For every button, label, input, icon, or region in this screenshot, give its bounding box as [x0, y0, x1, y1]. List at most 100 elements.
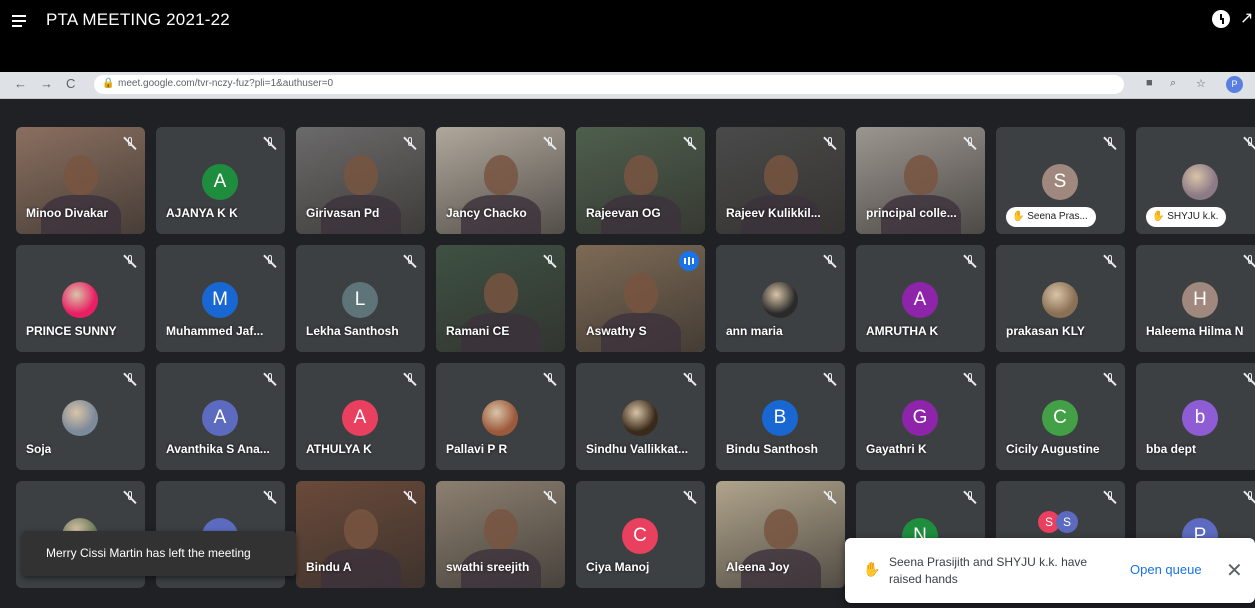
participant-name: Bindu A: [306, 560, 352, 574]
participant-tile[interactable]: Minoo Divakar: [16, 127, 145, 234]
participant-tile[interactable]: Rajeev Kulikkil...: [716, 127, 845, 234]
mic-muted-icon: [683, 137, 697, 151]
participant-tile[interactable]: Aswathy S: [576, 245, 705, 352]
participant-photo: [622, 400, 658, 436]
participant-tile[interactable]: ✋ SHYJU k.k.: [1136, 127, 1255, 234]
open-queue-button[interactable]: Open queue: [1130, 562, 1202, 577]
lock-icon: 🔒: [102, 78, 115, 89]
mic-muted-icon: [683, 373, 697, 387]
participant-name: Rajeev Kulikkil...: [726, 206, 821, 220]
participant-silhouette: [903, 155, 938, 195]
mic-muted-icon: [403, 373, 417, 387]
mic-muted-icon: [263, 373, 277, 387]
mic-muted-icon: [823, 373, 837, 387]
close-icon[interactable]: ✕: [1226, 558, 1243, 583]
speaking-indicator-icon: [679, 251, 699, 271]
participant-tile[interactable]: C Ciya Manoj: [576, 481, 705, 588]
mic-muted-icon: [403, 491, 417, 505]
participant-tile[interactable]: L Lekha Santhosh: [296, 245, 425, 352]
mic-muted-icon: [963, 137, 977, 151]
participant-tile[interactable]: Ramani CE: [436, 245, 565, 352]
participant-name: Bindu Santhosh: [726, 442, 818, 456]
participant-tile[interactable]: principal colle...: [856, 127, 985, 234]
participant-avatar: C: [622, 518, 658, 554]
participant-tile[interactable]: C Cicily Augustine: [996, 363, 1125, 470]
participant-tile[interactable]: A ATHULYA K: [296, 363, 425, 470]
profile-avatar[interactable]: P: [1226, 76, 1243, 93]
participant-tile[interactable]: Sindhu Vallikkat...: [576, 363, 705, 470]
participant-tile[interactable]: Soja: [16, 363, 145, 470]
mic-muted-icon: [963, 255, 977, 269]
participant-tile[interactable]: A Avanthika S Ana...: [156, 363, 285, 470]
raised-hand-chip: ✋ SHYJU k.k.: [1146, 207, 1227, 227]
back-button[interactable]: ←: [14, 76, 27, 91]
participant-tile[interactable]: A AJANYA K K: [156, 127, 285, 234]
bookmark-star-icon[interactable]: ☆: [1196, 77, 1206, 90]
participant-avatar: B: [762, 400, 798, 436]
participant-tile[interactable]: prakasan KLY: [996, 245, 1125, 352]
participant-avatar: b: [1182, 400, 1218, 436]
participant-silhouette: [63, 155, 98, 195]
zoom-icon[interactable]: ⌕: [1170, 77, 1176, 90]
share-icon[interactable]: ↗: [1240, 8, 1253, 28]
participant-tile[interactable]: S ✋ Seena Pras...: [996, 127, 1125, 234]
participant-tile[interactable]: Rajeevan OG: [576, 127, 705, 234]
participant-silhouette: [343, 509, 378, 549]
mic-muted-icon: [1103, 137, 1117, 151]
participant-tile[interactable]: b bba dept: [1136, 363, 1255, 470]
mic-muted-icon: [963, 373, 977, 387]
participant-tile[interactable]: M Muhammed Jaf...: [156, 245, 285, 352]
participant-name: bba dept: [1146, 442, 1196, 456]
menu-icon[interactable]: [12, 12, 32, 30]
participant-tile[interactable]: B Bindu Santhosh: [716, 363, 845, 470]
mic-muted-icon: [123, 491, 137, 505]
camera-icon[interactable]: ■: [1146, 77, 1153, 89]
participant-photo: [1182, 164, 1218, 200]
mic-muted-icon: [1103, 255, 1117, 269]
mic-muted-icon: [823, 137, 837, 151]
participant-avatar: S: [1042, 164, 1078, 200]
mic-muted-icon: [123, 137, 137, 151]
participant-name: principal colle...: [866, 206, 957, 220]
participant-name: Ciya Manoj: [586, 560, 650, 574]
participant-tile[interactable]: Bindu A: [296, 481, 425, 588]
participant-photo: [1042, 282, 1078, 318]
participant-tile[interactable]: Jancy Chacko: [436, 127, 565, 234]
participant-avatar: C: [1042, 400, 1078, 436]
participant-tile[interactable]: G Gayathri K: [856, 363, 985, 470]
participant-tile[interactable]: Girivasan Pd: [296, 127, 425, 234]
mic-muted-icon: [543, 491, 557, 505]
participant-silhouette: [483, 509, 518, 549]
participant-tile[interactable]: swathi sreejith: [436, 481, 565, 588]
participant-silhouette: [623, 155, 658, 195]
reload-button[interactable]: C: [66, 76, 75, 91]
participant-tile[interactable]: H Haleema Hilma N: [1136, 245, 1255, 352]
toast-message: Merry Cissi Martin has left the meeting: [46, 546, 251, 560]
participant-name: Sindhu Vallikkat...: [586, 442, 689, 456]
participant-name: prakasan KLY: [1006, 324, 1085, 338]
participant-name: Lekha Santhosh: [306, 324, 399, 338]
participant-tile[interactable]: ann maria: [716, 245, 845, 352]
participant-avatar: G: [902, 400, 938, 436]
participant-avatar: A: [202, 164, 238, 200]
raised-hands-toast: ✋ Seena Prasijith and SHYJU k.k. have ra…: [845, 538, 1255, 603]
address-bar[interactable]: 🔒 meet.google.com/tvr-nczy-fuz?pli=1&aut…: [94, 75, 1124, 94]
mic-muted-icon: [543, 373, 557, 387]
mic-muted-icon: [263, 137, 277, 151]
url-text[interactable]: meet.google.com/tvr-nczy-fuz?pli=1&authu…: [118, 78, 333, 89]
participant-name: AJANYA K K: [166, 206, 238, 220]
participant-tile[interactable]: Aleena Joy: [716, 481, 845, 588]
participant-silhouette: [483, 273, 518, 313]
forward-button[interactable]: →: [40, 76, 53, 91]
participant-tile[interactable]: A AMRUTHA K: [856, 245, 985, 352]
participant-silhouette: [483, 155, 518, 195]
clock-icon[interactable]: [1212, 10, 1230, 28]
participant-name: Gayathri K: [866, 442, 927, 456]
participant-tile[interactable]: PRINCE SUNNY: [16, 245, 145, 352]
mic-muted-icon: [263, 255, 277, 269]
participant-name: Girivasan Pd: [306, 206, 380, 220]
participant-tile[interactable]: Pallavi P R: [436, 363, 565, 470]
participant-avatar: H: [1182, 282, 1218, 318]
mic-muted-icon: [543, 255, 557, 269]
participant-avatar: L: [342, 282, 378, 318]
